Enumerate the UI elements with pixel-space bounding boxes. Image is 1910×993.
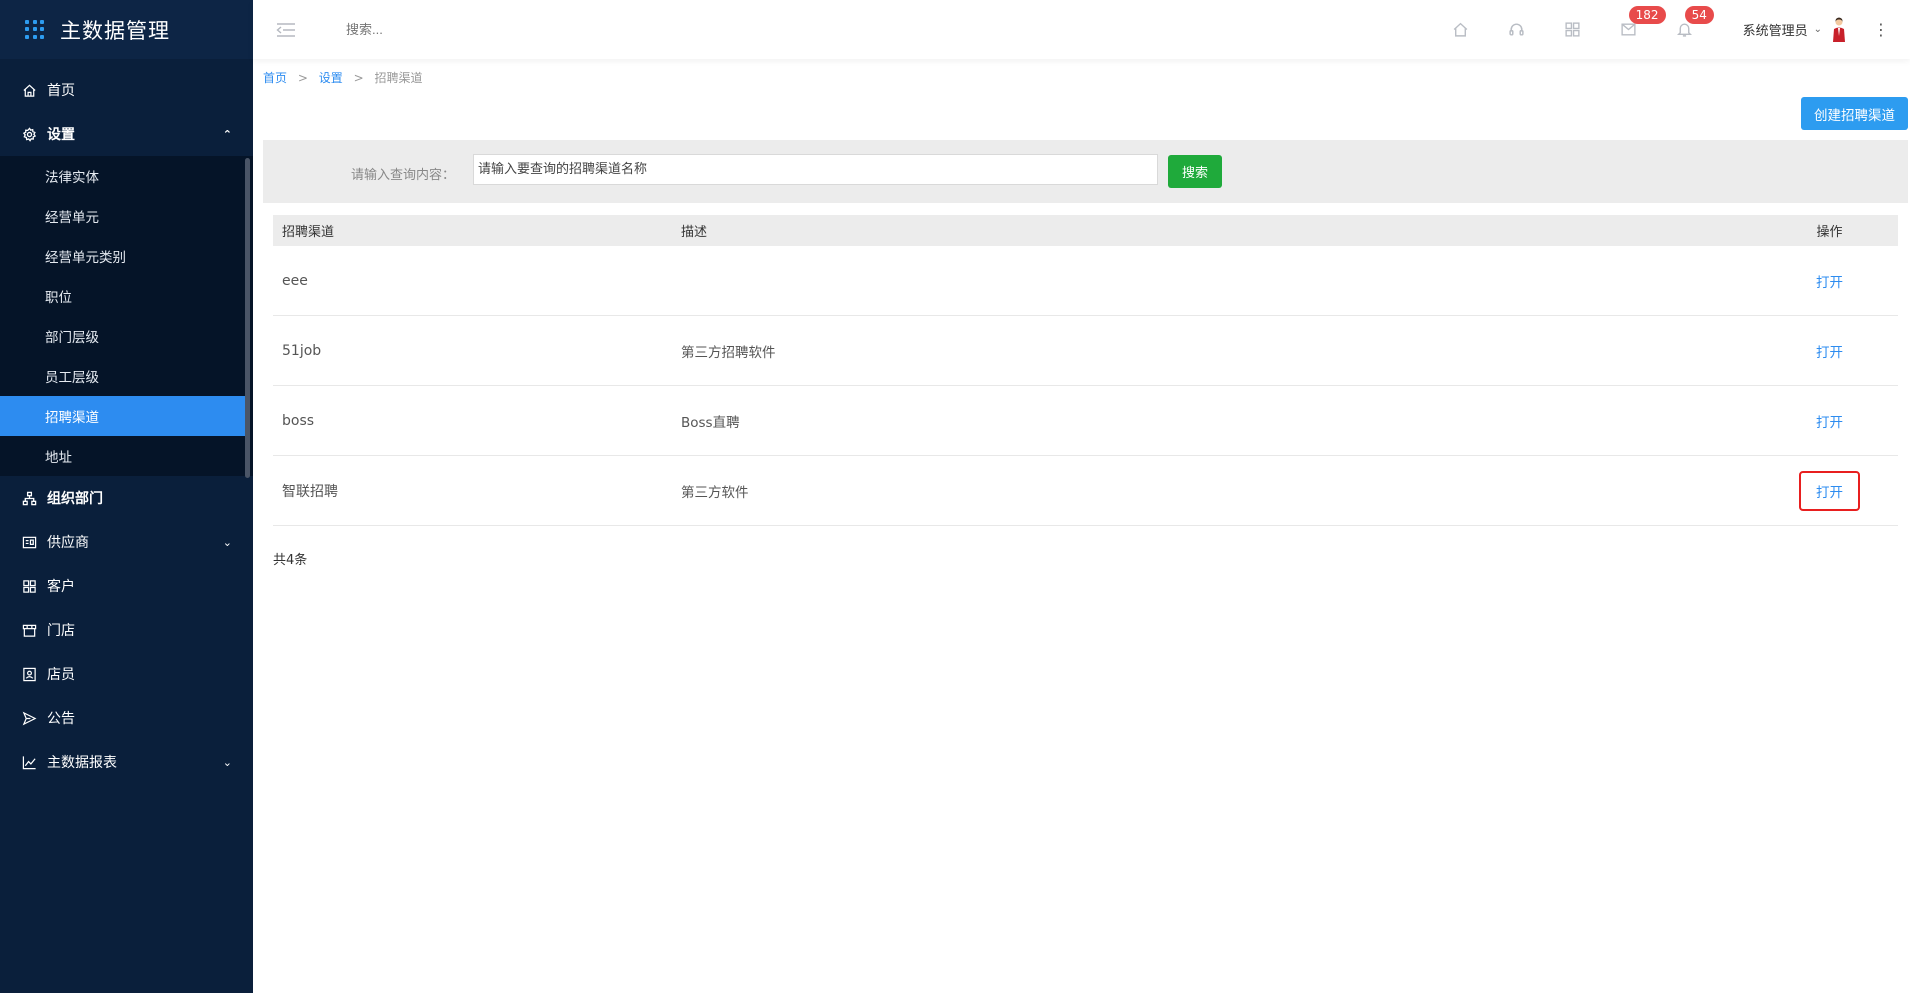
breadcrumb-settings-link[interactable]: 设置 xyxy=(319,71,343,85)
breadcrumb: 首页 > 设置 > 招聘渠道 xyxy=(263,69,422,86)
breadcrumb-home-link[interactable]: 首页 xyxy=(263,71,287,85)
sidebar-item-label: 设置 xyxy=(47,127,75,143)
app-title: 主数据管理 xyxy=(60,18,170,43)
sidebar-item-customer[interactable]: 客户 xyxy=(0,564,253,608)
column-header-description: 描述 xyxy=(681,225,708,240)
org-chart-icon xyxy=(21,490,37,506)
sidebar-item-home[interactable]: 首页 xyxy=(0,68,253,112)
total-count: 共4条 xyxy=(273,553,308,568)
header-icons: 182 54 系统管理员 ⌄ ⋮ xyxy=(1433,0,1910,59)
chevron-down-icon: ⌄ xyxy=(222,755,232,769)
channel-search-input[interactable] xyxy=(473,154,1158,185)
clerk-icon xyxy=(21,666,37,682)
app-grid-icon xyxy=(25,19,45,40)
sidebar-item-report[interactable]: 主数据报表 ⌄ xyxy=(0,740,253,784)
sidebar-item-label: 组织部门 xyxy=(47,491,103,507)
header-search-input[interactable] xyxy=(346,22,546,37)
sidebar-subitem-business-unit-type[interactable]: 经营单元类别 xyxy=(0,236,253,276)
gear-icon xyxy=(21,126,37,142)
menu-toggle-icon[interactable] xyxy=(276,22,296,38)
sidebar-item-announcement[interactable]: 公告 xyxy=(0,696,253,740)
report-icon xyxy=(21,754,37,770)
announcement-icon xyxy=(21,710,37,726)
filter-bar: 请输入查询内容： 搜索 xyxy=(263,140,1908,203)
sidebar-subitem-employee-level[interactable]: 员工层级 xyxy=(0,356,253,396)
chevron-up-icon: ⌃ xyxy=(222,127,232,141)
table-row: 51job 第三方招聘软件 打开 xyxy=(273,316,1898,386)
channel-description: 第三方软件 xyxy=(681,484,749,501)
sidebar-item-label: 主数据报表 xyxy=(47,755,117,771)
sidebar-item-supplier[interactable]: 供应商 ⌄ xyxy=(0,520,253,564)
sidebar-item-label: 门店 xyxy=(47,623,75,639)
sidebar: 主数据管理 首页 设置 ⌃ 法律实体 经营单元 经营单元类别 职位 部门层级 员… xyxy=(0,0,253,993)
table-row: 智联招聘 第三方软件 打开 xyxy=(273,456,1898,526)
supplier-icon xyxy=(21,534,37,550)
chevron-down-icon: ⌄ xyxy=(222,535,232,549)
sidebar-subitem-department-level[interactable]: 部门层级 xyxy=(0,316,253,356)
main-content: 首页 > 设置 > 招聘渠道 创建招聘渠道 请输入查询内容： 搜索 招聘渠道 描… xyxy=(253,59,1910,993)
sidebar-subitem-recruitment-channel[interactable]: 招聘渠道 xyxy=(0,396,245,436)
table-header: 招聘渠道 描述 操作 xyxy=(273,215,1898,246)
sidebar-scrollbar[interactable] xyxy=(245,158,250,478)
notification-badge: 54 xyxy=(1684,6,1714,24)
sidebar-item-label: 客户 xyxy=(47,579,75,595)
open-link[interactable]: 打开 xyxy=(1816,411,1843,431)
bell-icon[interactable]: 54 xyxy=(1657,0,1714,59)
settings-submenu: 法律实体 经营单元 经营单元类别 职位 部门层级 员工层级 招聘渠道 地址 xyxy=(0,156,253,476)
channel-description: 第三方招聘软件 xyxy=(681,344,776,361)
user-name: 系统管理员 xyxy=(1742,24,1808,39)
channel-name: 智联招聘 xyxy=(282,483,338,500)
sidebar-header: 主数据管理 xyxy=(0,0,253,59)
headset-icon[interactable] xyxy=(1489,0,1545,59)
sidebar-subitem-address[interactable]: 地址 xyxy=(0,436,253,476)
channel-name: 51job xyxy=(282,342,322,359)
channel-name: boss xyxy=(282,412,315,429)
user-menu[interactable]: 系统管理员 ⌄ xyxy=(1743,17,1848,43)
home-icon xyxy=(21,82,37,98)
top-header: 182 54 系统管理员 ⌄ ⋮ xyxy=(253,0,1910,59)
table-row: boss Boss直聘 打开 xyxy=(273,386,1898,456)
search-button[interactable]: 搜索 xyxy=(1168,155,1222,188)
sidebar-item-label: 首页 xyxy=(47,83,75,99)
open-link[interactable]: 打开 xyxy=(1816,271,1843,291)
sidebar-item-clerk[interactable]: 店员 xyxy=(0,652,253,696)
message-icon[interactable]: 182 xyxy=(1601,0,1666,59)
sidebar-subitem-business-unit[interactable]: 经营单元 xyxy=(0,196,253,236)
channel-name: eee xyxy=(282,272,308,289)
sidebar-subitem-legal-entity[interactable]: 法律实体 xyxy=(0,156,253,196)
more-options-icon[interactable]: ⋮ xyxy=(1866,20,1896,39)
sidebar-subitem-position[interactable]: 职位 xyxy=(0,276,253,316)
sidebar-item-store[interactable]: 门店 xyxy=(0,608,253,652)
create-recruitment-channel-button[interactable]: 创建招聘渠道 xyxy=(1801,97,1908,130)
channel-table: 招聘渠道 描述 操作 eee 打开 51job 第三方招聘软件 打开 boss … xyxy=(273,215,1898,526)
breadcrumb-separator: > xyxy=(353,71,364,85)
breadcrumb-separator: > xyxy=(297,71,308,85)
sidebar-item-label: 公告 xyxy=(47,711,75,727)
sidebar-item-settings[interactable]: 设置 ⌃ xyxy=(0,112,253,156)
table-row: eee 打开 xyxy=(273,246,1898,316)
open-link[interactable]: 打开 xyxy=(1799,470,1860,511)
breadcrumb-current: 招聘渠道 xyxy=(374,71,423,85)
column-header-action: 操作 xyxy=(1816,225,1843,240)
open-link[interactable]: 打开 xyxy=(1816,341,1843,361)
customer-icon xyxy=(21,578,37,594)
sidebar-item-label: 店员 xyxy=(47,667,75,683)
chevron-down-icon: ⌄ xyxy=(1813,24,1822,35)
avatar xyxy=(1833,17,1845,42)
store-icon xyxy=(21,622,37,638)
column-header-channel: 招聘渠道 xyxy=(282,225,335,240)
filter-label: 请输入查询内容： xyxy=(351,168,456,183)
sidebar-item-label: 供应商 xyxy=(47,535,89,551)
sidebar-item-organization[interactable]: 组织部门 xyxy=(0,476,253,520)
home-icon[interactable] xyxy=(1433,0,1489,59)
grid-icon[interactable] xyxy=(1545,0,1601,59)
channel-description: Boss直聘 xyxy=(681,414,740,431)
